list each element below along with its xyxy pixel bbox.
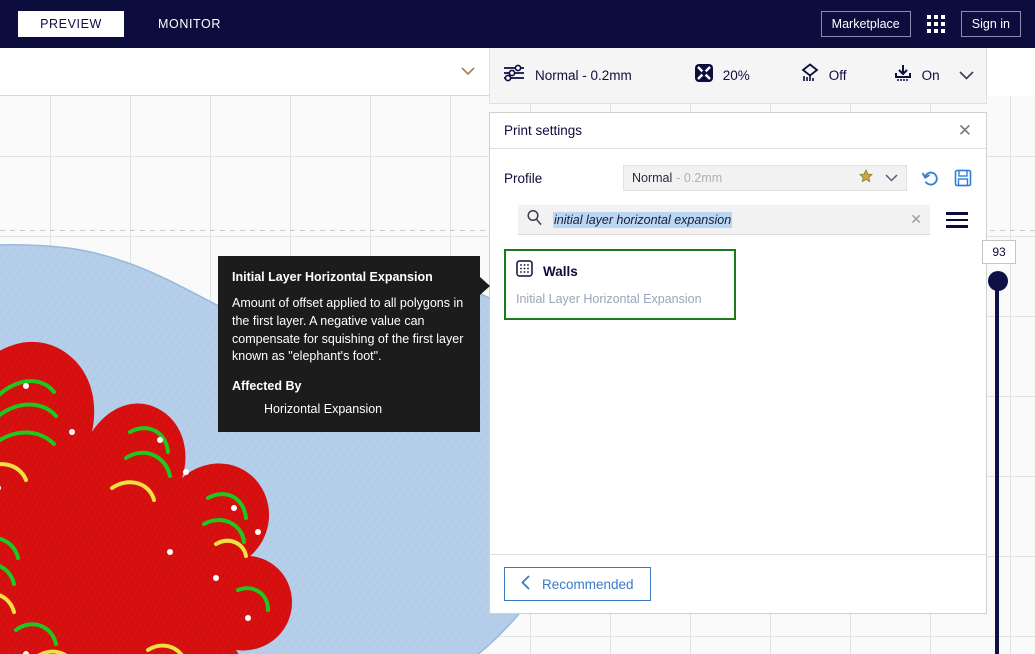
chevron-down-icon[interactable] — [461, 63, 475, 81]
save-icon[interactable] — [954, 169, 972, 187]
close-icon[interactable]: ✕ — [958, 122, 972, 139]
setting-label: Initial Layer Horizontal Expansion — [516, 292, 702, 306]
recommended-button[interactable]: Recommended — [504, 567, 651, 601]
tooltip-list-item: Horizontal Expansion — [264, 402, 383, 416]
adhesion-icon — [893, 63, 913, 88]
recommended-button-label: Recommended — [542, 576, 634, 592]
panel-header: Print settings ✕ — [490, 113, 986, 149]
profile-label: Profile — [504, 170, 543, 186]
sliders-icon — [502, 63, 526, 88]
panel-title: Print settings — [504, 123, 583, 138]
layer-slider-value: 93 — [982, 240, 1016, 270]
cura-app-window: PREVIEW MONITOR Marketplace Sign in Norm… — [0, 0, 1035, 654]
toolbar-support-label: Off — [828, 68, 847, 83]
revert-icon[interactable] — [921, 169, 940, 188]
topbar-actions: Marketplace Sign in — [820, 11, 1021, 37]
toolbar-support[interactable]: Off — [800, 63, 847, 88]
settings-group-walls[interactable]: Walls Initial Layer Horizontal Expansion — [504, 249, 736, 320]
setting-row-initial-layer-horizontal-expansion[interactable]: Initial Layer Horizontal Expansion — [506, 288, 734, 318]
settings-group-title: Walls — [543, 263, 578, 279]
viewport-top-strip — [0, 48, 489, 96]
toolbar-infill[interactable]: 20% — [694, 63, 750, 88]
profile-value-name: Normal — [632, 171, 673, 185]
search-input-value: initial layer horizontal expansion — [553, 211, 733, 228]
search-icon — [526, 209, 543, 231]
profile-dropdown[interactable]: Normal - 0.2mm — [623, 165, 907, 191]
settings-group-header[interactable]: Walls — [506, 251, 734, 288]
marketplace-button[interactable]: Marketplace — [820, 11, 911, 37]
print-settings-panel: Print settings ✕ Profile Normal - 0.2mm — [489, 112, 987, 614]
profile-row: Profile Normal - 0.2mm — [490, 149, 986, 199]
settings-list: Walls Initial Layer Horizontal Expansion… — [490, 245, 986, 554]
top-navigation-bar: PREVIEW MONITOR Marketplace Sign in — [0, 0, 1035, 48]
support-icon — [800, 63, 820, 88]
toolbar-profile[interactable]: Normal - 0.2mm — [502, 63, 632, 88]
toolbar-adhesion-label: On — [921, 68, 940, 83]
layer-slider-track[interactable] — [995, 285, 999, 654]
star-icon[interactable] — [859, 168, 873, 188]
toolbar-infill-label: 20% — [722, 68, 750, 83]
print-settings-toolbar[interactable]: Normal - 0.2mm 20% Off On — [489, 48, 987, 104]
setting-tooltip: Initial Layer Horizontal Expansion Amoun… — [218, 256, 480, 432]
toolbar-profile-label: Normal - 0.2mm — [535, 68, 632, 83]
tab-monitor[interactable]: MONITOR — [158, 17, 221, 31]
infill-grid-icon — [694, 63, 714, 88]
grid-apps-icon[interactable] — [926, 15, 945, 33]
profile-chevron-down-icon[interactable] — [885, 169, 898, 187]
toolbar-expand-chevron-down-icon[interactable] — [959, 67, 974, 85]
tab-preview[interactable]: PREVIEW — [18, 11, 124, 37]
chevron-left-icon — [521, 575, 530, 593]
tooltip-title: Initial Layer Horizontal Expansion — [232, 270, 433, 284]
profile-value-sub: - 0.2mm — [676, 171, 723, 185]
search-row: initial layer horizontal expansion ✕ — [490, 199, 986, 245]
panel-footer: Recommended — [490, 554, 986, 613]
tooltip-body: Amount of offset applied to all polygons… — [232, 296, 464, 364]
tooltip-subtitle: Affected By — [232, 379, 302, 393]
search-input[interactable]: initial layer horizontal expansion ✕ — [518, 205, 930, 235]
sign-in-button[interactable]: Sign in — [960, 11, 1021, 37]
walls-icon — [516, 260, 533, 282]
toolbar-adhesion[interactable]: On — [893, 63, 940, 88]
clear-icon[interactable]: ✕ — [910, 211, 922, 228]
hamburger-menu-icon[interactable] — [942, 208, 972, 232]
tooltip-arrow — [480, 277, 490, 295]
